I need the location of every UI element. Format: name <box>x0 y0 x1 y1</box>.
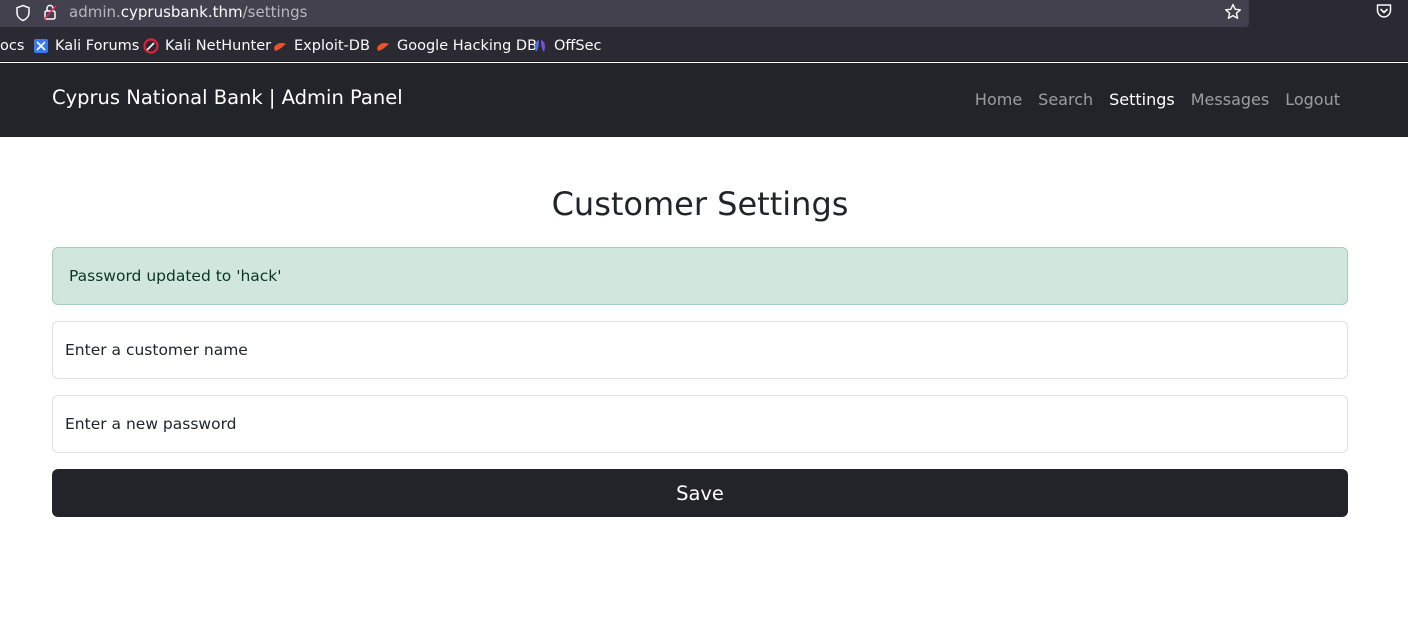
bookmark-kali-forums[interactable]: Kali Forums <box>33 37 139 55</box>
bookmark-exploit-db[interactable]: Exploit-DB <box>272 37 370 55</box>
save-button[interactable]: Save <box>52 469 1348 517</box>
nav-links: Home Search Settings Messages Logout <box>975 90 1340 109</box>
site-navbar: Cyprus National Bank | Admin Panel Home … <box>0 63 1408 137</box>
url-path: /settings <box>242 3 308 21</box>
nav-link-home[interactable]: Home <box>975 90 1022 109</box>
new-password-input[interactable] <box>52 395 1348 453</box>
nav-link-settings[interactable]: Settings <box>1109 90 1175 109</box>
navbar-brand[interactable]: Cyprus National Bank | Admin Panel <box>52 86 403 109</box>
kali-forums-icon <box>34 39 48 53</box>
nav-link-logout[interactable]: Logout <box>1285 90 1340 109</box>
exploit-db-icon <box>274 43 286 51</box>
bookmark-label: Kali NetHunter <box>165 38 272 54</box>
offsec-icon <box>535 40 545 52</box>
customer-name-input[interactable] <box>52 321 1348 379</box>
url-prefix: admin. <box>69 3 121 21</box>
bookmark-google-hacking-db[interactable]: Google Hacking DB <box>375 37 537 55</box>
bookmark-kali-nethunter[interactable]: Kali NetHunter <box>143 37 271 55</box>
bookmarks-toolbar: ocs Kali Forums Kali NetHunter Exploit-D… <box>0 30 1408 62</box>
url-text[interactable]: admin.cyprusbank.thm/settings <box>69 3 307 21</box>
browser-toolbar: admin.cyprusbank.thm/settings <box>0 0 1408 30</box>
nav-link-messages[interactable]: Messages <box>1191 90 1269 109</box>
alert-message: Password updated to 'hack' <box>69 267 282 285</box>
bookmark-label: OffSec <box>554 38 602 54</box>
bookmark-label: Google Hacking DB <box>397 38 538 54</box>
pocket-icon[interactable] <box>1375 2 1393 20</box>
google-hacking-db-icon <box>377 43 389 51</box>
shield-icon[interactable] <box>15 4 31 22</box>
url-host: cyprusbank.thm <box>120 3 243 21</box>
kali-nethunter-icon <box>143 38 159 54</box>
page-title: Customer Settings <box>551 185 849 223</box>
bookmark-docs[interactable]: ocs <box>0 37 24 55</box>
bookmark-label: Exploit-DB <box>294 38 370 54</box>
success-alert: Password updated to 'hack' <box>52 247 1348 305</box>
bookmark-label: Kali Forums <box>55 38 140 54</box>
nav-link-search[interactable]: Search <box>1038 90 1093 109</box>
bookmark-offsec[interactable]: OffSec <box>532 37 602 55</box>
bookmark-label: ocs <box>0 38 25 54</box>
address-bar[interactable]: admin.cyprusbank.thm/settings <box>0 0 1249 27</box>
bookmark-star-icon[interactable] <box>1223 2 1243 22</box>
lock-insecure-icon[interactable] <box>42 3 58 21</box>
